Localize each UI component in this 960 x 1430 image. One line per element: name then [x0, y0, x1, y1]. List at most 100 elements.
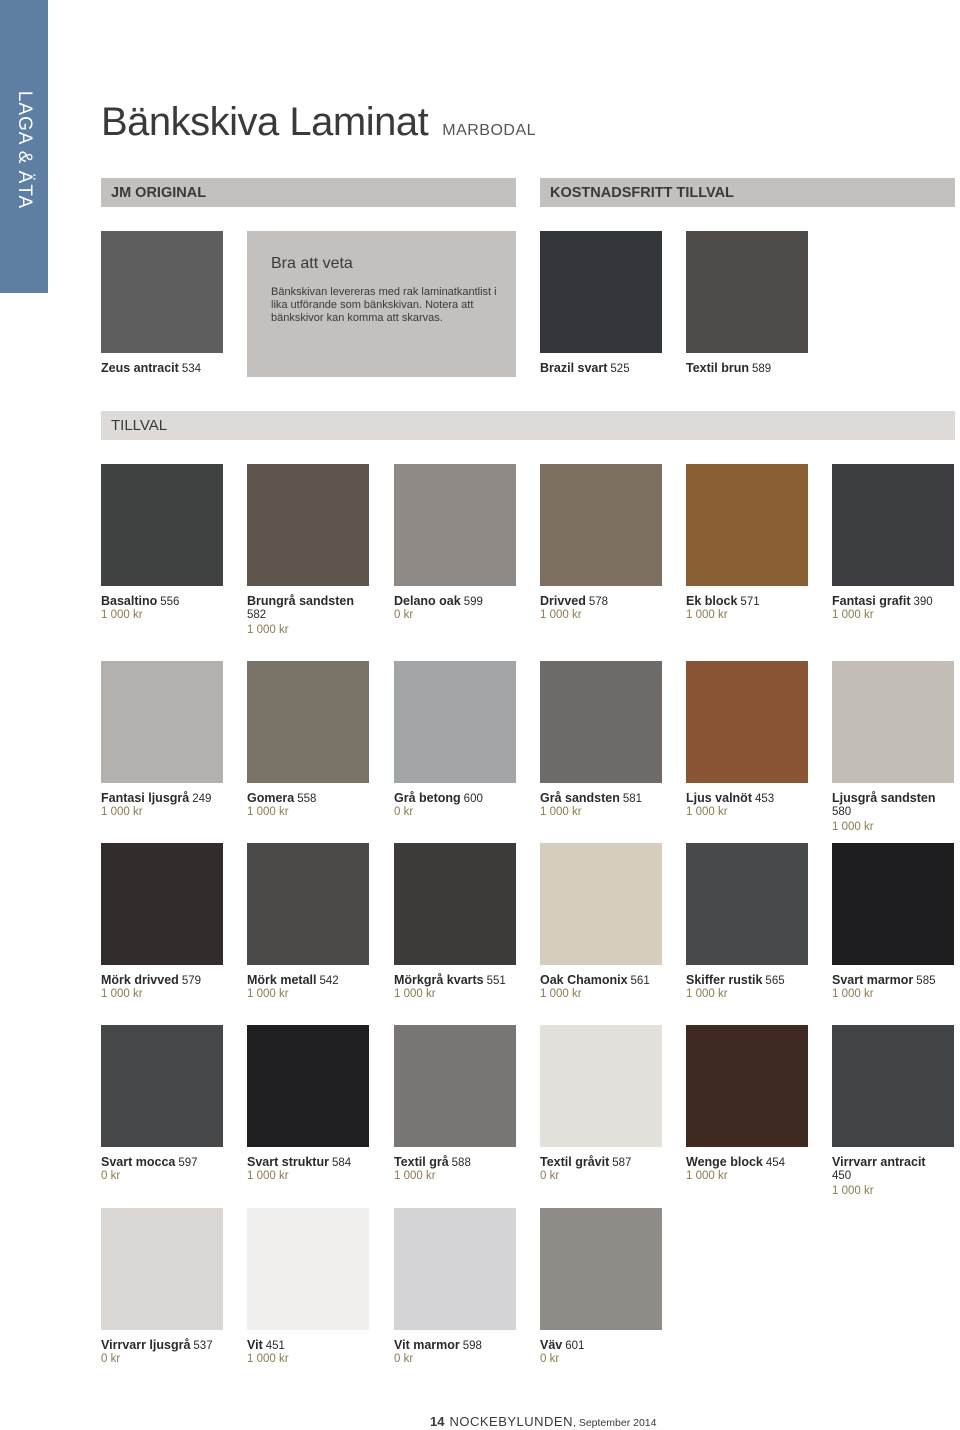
- swatch-price: 0 kr: [540, 1353, 560, 1365]
- brand-subtitle: MARBODAL: [442, 122, 537, 139]
- swatch-label: Oak Chamonix 561: [540, 973, 650, 987]
- swatch-code: 453: [754, 793, 775, 805]
- swatch-code: 585: [916, 975, 936, 987]
- swatch-label: Mörkgrå kvarts 551: [394, 973, 506, 987]
- swatch-price: 1 000 kr: [832, 988, 874, 1000]
- section-tillval: TILLVAL: [101, 411, 955, 440]
- swatch-price: 1 000 kr: [832, 1185, 874, 1197]
- swatch-price: 1 000 kr: [101, 988, 143, 1000]
- swatch-image: [394, 464, 516, 586]
- swatch-name: Svart struktur: [247, 1155, 329, 1169]
- swatch-name: Skiffer rustik: [686, 973, 763, 987]
- swatch-image: [394, 1025, 516, 1147]
- section-kostnadsfritt-tillval: KOSTNADSFRITT TILLVAL: [540, 178, 955, 207]
- swatch-price: 1 000 kr: [832, 609, 874, 621]
- swatch-price: 0 kr: [101, 1170, 121, 1182]
- swatch-image: [686, 1025, 808, 1147]
- swatch-label: Zeus antracit 534: [101, 361, 201, 375]
- issue-date: , September 2014: [573, 1417, 657, 1429]
- swatch-code: 599: [463, 596, 483, 608]
- swatch-name: Mörk metall: [247, 973, 317, 987]
- swatch-name: Ljusgrå sandsten: [832, 791, 936, 805]
- swatch-label: Brazil svart 525: [540, 361, 630, 375]
- swatch-price: 1 000 kr: [394, 988, 436, 1000]
- swatch-label: Virrvarr antracit: [832, 1155, 926, 1169]
- swatch-image: [686, 464, 808, 586]
- swatch-code: 598: [462, 1340, 482, 1352]
- swatch-price: 1 000 kr: [540, 609, 582, 621]
- footer: 14 NOCKEBYLUNDEN, September 2014: [430, 1414, 656, 1429]
- swatch-code: 450: [832, 1170, 852, 1182]
- swatch-code: 588: [451, 1157, 471, 1169]
- swatch-image: [101, 464, 223, 586]
- swatch-name: Wenge block: [686, 1155, 763, 1169]
- swatch-code: 579: [181, 975, 201, 987]
- swatch-label: Mörk metall 542: [247, 973, 339, 987]
- swatch-name: Ljus valnöt: [686, 791, 752, 805]
- swatch-label: Brungrå sandsten: [247, 594, 354, 608]
- swatch-price: 1 000 kr: [686, 988, 728, 1000]
- swatch-code: 558: [297, 793, 317, 805]
- swatch-label: Ljusgrå sandsten: [832, 791, 936, 805]
- swatch-image: [247, 1208, 369, 1330]
- swatch-price: 1 000 kr: [247, 988, 289, 1000]
- swatch-label: Drivved 578: [540, 594, 608, 608]
- swatch-price: 1 000 kr: [101, 609, 143, 621]
- magazine-name: NOCKEBYLUNDEN: [449, 1414, 573, 1429]
- swatch-name: Vit: [247, 1338, 263, 1352]
- swatch-label: Fantasi ljusgrå 249: [101, 791, 211, 805]
- swatch-label: Grå betong 600: [394, 791, 483, 805]
- swatch-code: 582: [247, 609, 267, 621]
- swatch-price: 0 kr: [394, 609, 414, 621]
- side-tab: LAGA & ÄTA: [0, 0, 48, 293]
- swatch-code: 537: [193, 1340, 213, 1352]
- swatch-code: 390: [913, 596, 933, 608]
- swatch-name: Brazil svart: [540, 361, 608, 375]
- swatch-image: [540, 464, 662, 586]
- swatch-price: 1 000 kr: [394, 1170, 436, 1182]
- info-text: Bänkskivan levereras med rak laminatkant…: [271, 286, 497, 324]
- swatch-code: 451: [265, 1340, 285, 1352]
- swatch-label: Skiffer rustik 565: [686, 973, 785, 987]
- swatch-code: 551: [486, 975, 506, 987]
- swatch-image: [247, 661, 369, 783]
- swatch-label: Svart marmor 585: [832, 973, 935, 987]
- swatch-name: Mörk drivved: [101, 973, 179, 987]
- swatch-name: Svart mocca: [101, 1155, 176, 1169]
- swatch-code: 587: [612, 1157, 632, 1169]
- swatch-name: Vit marmor: [394, 1338, 460, 1352]
- swatch-name: Väv: [540, 1338, 563, 1352]
- page-number: 14: [430, 1414, 445, 1429]
- swatch-price: 1 000 kr: [247, 1170, 289, 1182]
- swatch-price: 1 000 kr: [101, 806, 143, 818]
- swatch-price: 1 000 kr: [686, 806, 728, 818]
- swatch-code: 525: [610, 363, 630, 375]
- swatch-price: 0 kr: [540, 1170, 560, 1182]
- swatch-price: 1 000 kr: [686, 1170, 728, 1182]
- swatch-price: 0 kr: [394, 806, 414, 818]
- info-box: Bra att veta Bänkskivan levereras med ra…: [247, 231, 516, 377]
- swatch-image: [540, 1208, 662, 1330]
- swatch-code: 600: [463, 793, 483, 805]
- swatch-price: 1 000 kr: [247, 624, 289, 636]
- swatch-code: 571: [740, 596, 760, 608]
- swatch-label: Svart mocca 597: [101, 1155, 198, 1169]
- swatch-price: 1 000 kr: [540, 988, 582, 1000]
- swatch-name: Fantasi ljusgrå: [101, 791, 190, 805]
- swatch-image: [686, 843, 808, 965]
- swatch-name: Virrvarr ljusgrå: [101, 1338, 191, 1352]
- swatch-code: 249: [192, 793, 212, 805]
- swatch-image: [101, 1025, 223, 1147]
- swatch-image: [832, 1025, 954, 1147]
- swatch-name: Delano oak: [394, 594, 461, 608]
- swatch-image: [540, 1025, 662, 1147]
- swatch-name: Grå betong: [394, 791, 461, 805]
- swatch-label: Vit marmor 598: [394, 1338, 482, 1352]
- page-title: Bänkskiva Laminat MARBODAL: [101, 100, 536, 145]
- swatch-price: 0 kr: [101, 1353, 121, 1365]
- swatch-name: Basaltino: [101, 594, 158, 608]
- swatch-price: 1 000 kr: [247, 806, 289, 818]
- swatch-name: Textil gråvit: [540, 1155, 610, 1169]
- swatch-code: 581: [622, 793, 643, 805]
- swatch-name: Textil brun: [686, 361, 749, 375]
